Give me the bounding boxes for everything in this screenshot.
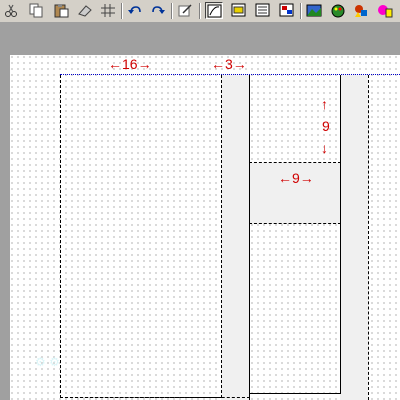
dimension-arrow-left-icon: ← [211, 56, 225, 72]
eraser-icon [78, 5, 92, 17]
gap-strip-left [221, 75, 249, 400]
dimension-block-height-label: 9 [322, 118, 330, 134]
view-mode-2-button[interactable] [230, 2, 248, 19]
view-mode-1-button[interactable] [205, 2, 223, 19]
dimension-arrow-up-icon: ↑ [321, 96, 328, 112]
dimension-arrow-right-icon: → [299, 170, 314, 186]
paint-icon [378, 5, 393, 18]
dimension-block-height: ↑ 9 ↓ [321, 97, 335, 157]
column-bottom-edge [249, 393, 341, 394]
shapes-icon [355, 5, 367, 17]
block-divider-bottom [249, 223, 341, 224]
canvas-frame: ←16→ ←3→ ↑ 9 ↓ ←9→ ⚙ ⚙ [0, 22, 400, 400]
view-mode-4-button[interactable] [278, 2, 296, 19]
dimension-inner-width-label: 9 [292, 170, 300, 186]
redo-button[interactable] [149, 2, 167, 19]
dimension-arrow-down-icon: ↓ [321, 140, 328, 156]
cut-button[interactable] [2, 2, 20, 19]
color-palette-button[interactable] [329, 2, 347, 19]
view-mode-3-icon [255, 3, 270, 17]
paint-button[interactable] [376, 2, 394, 19]
right-panel-edge [368, 75, 369, 400]
bottom-guide [60, 397, 250, 398]
undo-button[interactable] [126, 2, 144, 19]
color-palette-icon [331, 4, 345, 18]
toolbar [0, 0, 400, 23]
paste-icon [54, 4, 69, 18]
dimension-left-width-label: 16 [122, 56, 138, 72]
paste-button[interactable] [52, 2, 70, 19]
undo-icon [128, 6, 141, 14]
dimension-gap-width-label: 3 [225, 56, 233, 72]
gap-strip-right [340, 75, 368, 400]
drawing-canvas[interactable]: ←16→ ←3→ ↑ 9 ↓ ←9→ ⚙ ⚙ [10, 55, 400, 400]
copy-button[interactable] [27, 2, 45, 19]
column-left-edge [249, 75, 250, 400]
block-divider-top [249, 162, 341, 163]
dimension-arrow-right-icon: → [232, 56, 247, 72]
grid-button[interactable] [99, 2, 117, 19]
toolbar-separator [300, 3, 302, 19]
copy-icon [29, 3, 43, 18]
eraser-button[interactable] [76, 2, 94, 19]
toolbar-separator [171, 3, 173, 19]
toolbar-separator [199, 3, 201, 19]
dimension-gap-width: ←3→ [211, 57, 247, 71]
dimension-left-width: ←16→ [108, 57, 152, 71]
view-mode-2-icon [231, 3, 246, 17]
edit-properties-icon [178, 4, 192, 17]
left-panel[interactable] [60, 75, 222, 398]
image-icon [306, 4, 322, 17]
dimension-arrow-left-icon: ← [108, 56, 122, 72]
view-mode-1-icon [207, 4, 222, 18]
gear-watermark-icon: ⚙ ⚙ [35, 355, 60, 369]
cut-icon [5, 4, 17, 17]
shapes-button[interactable] [352, 2, 370, 19]
grid-icon [101, 4, 115, 17]
view-mode-4-icon [279, 3, 294, 17]
view-mode-3-button[interactable] [254, 2, 272, 19]
edit-properties-button[interactable] [176, 2, 194, 19]
redo-icon [152, 6, 165, 14]
image-button[interactable] [305, 2, 323, 19]
toolbar-separator [121, 3, 123, 19]
column-right-edge [340, 75, 341, 393]
dimension-arrow-left-icon: ← [278, 170, 292, 186]
dimension-arrow-right-icon: → [137, 56, 152, 72]
dimension-inner-width: ←9→ [278, 171, 314, 185]
